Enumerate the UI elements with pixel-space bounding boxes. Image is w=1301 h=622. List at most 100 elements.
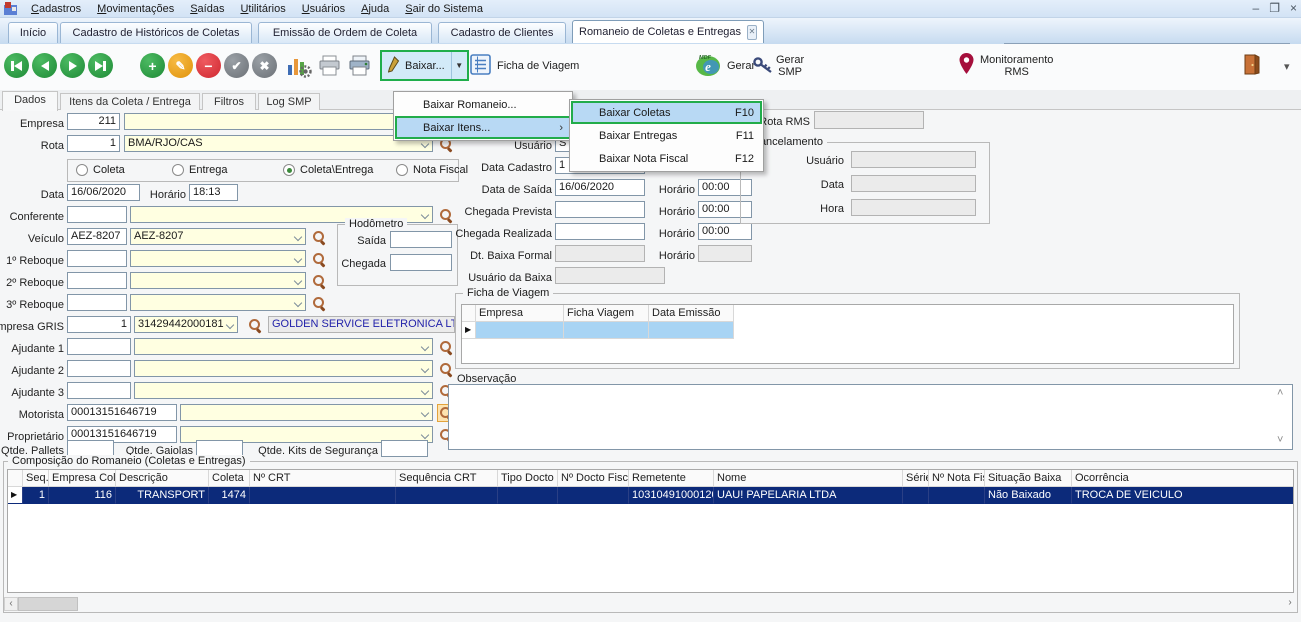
gerar-smp-label[interactable]: Gerar SMP: [776, 54, 804, 78]
menu-saidas[interactable]: Saídas: [183, 2, 231, 16]
confirm-button[interactable]: ✔: [224, 53, 249, 78]
nav-first-button[interactable]: [4, 53, 29, 78]
report-chart-button[interactable]: [286, 53, 312, 81]
empresa-code-field[interactable]: 211: [67, 113, 120, 130]
observacao-scroll-down-icon[interactable]: ˅: [1277, 434, 1283, 446]
ajudante1-code-field[interactable]: [67, 338, 131, 355]
ajudante2-combo[interactable]: [134, 360, 433, 377]
radio-coleta[interactable]: Coleta: [76, 164, 125, 176]
rota-combo[interactable]: BMA/RJO/CAS: [124, 135, 433, 152]
horario-field[interactable]: 18:13: [189, 184, 238, 201]
menu-utilitarios[interactable]: Utilitários: [233, 2, 292, 16]
ajudante1-combo[interactable]: [134, 338, 433, 355]
tab-inicio[interactable]: Início: [8, 22, 58, 43]
veiculo-code-field[interactable]: AEZ-8207: [67, 228, 127, 245]
form-tab-filtros[interactable]: Filtros: [202, 93, 256, 110]
reboque3-search-icon[interactable]: [310, 294, 328, 312]
reboque2-code-field[interactable]: [67, 272, 127, 289]
gerar-mdfe-label[interactable]: Gerar: [727, 60, 755, 72]
hodometro-saida-field[interactable]: [390, 231, 452, 248]
exit-door-icon[interactable]: [1242, 54, 1261, 78]
col-ocorrencia[interactable]: Ocorrência: [1072, 470, 1293, 487]
add-button[interactable]: +: [140, 53, 165, 78]
reboque3-code-field[interactable]: [67, 294, 127, 311]
menu-item-baixar-entregas[interactable]: Baixar Entregas F11: [571, 124, 762, 147]
col-nome[interactable]: Nome: [714, 470, 903, 487]
baixar-dropdown-arrow[interactable]: ▼: [452, 52, 467, 79]
reboque1-combo[interactable]: [130, 250, 306, 267]
empresa-gris-search-icon[interactable]: [246, 316, 264, 334]
print-button[interactable]: [318, 55, 341, 79]
motorista-combo[interactable]: [180, 404, 433, 421]
ajudante2-search-icon[interactable]: [437, 360, 455, 378]
tab-close-icon[interactable]: ✕: [747, 25, 757, 40]
composicao-row[interactable]: ▶ 1 116 TRANSPORT 1474 10310491000120 UA…: [8, 487, 1293, 504]
tab-romaneio[interactable]: Romaneio de Coletas e Entregas ✕: [572, 20, 764, 43]
empresa-gris-cnpj-combo[interactable]: 31429442000181: [134, 316, 238, 333]
ficha-selected-row[interactable]: ▶: [462, 322, 1233, 339]
mdfe-icon[interactable]: eMDF: [694, 52, 722, 81]
menu-cadastros[interactable]: Cadastros: [24, 2, 88, 16]
restore-button[interactable]: ❐: [1269, 0, 1280, 16]
col-remetente[interactable]: Remetente: [629, 470, 714, 487]
baixar-button[interactable]: Baixar...: [382, 52, 452, 79]
hscroll-left-button[interactable]: ‹: [4, 597, 18, 611]
chegada-prevista-field[interactable]: [555, 201, 645, 218]
tab-emissao-ordem[interactable]: Emissão de Ordem de Coleta: [258, 22, 432, 43]
reboque1-search-icon[interactable]: [310, 250, 328, 268]
ajudante2-code-field[interactable]: [67, 360, 131, 377]
realizada-horario-field[interactable]: 00:00: [698, 223, 752, 240]
col-crt[interactable]: Nº CRT: [250, 470, 396, 487]
hscroll-right-button[interactable]: ›: [1283, 597, 1297, 611]
delete-button[interactable]: −: [196, 53, 221, 78]
conferente-search-icon[interactable]: [437, 206, 455, 224]
col-seq[interactable]: Seq. ▼: [23, 470, 49, 487]
form-tab-log-smp[interactable]: Log SMP: [258, 93, 320, 110]
nav-last-button[interactable]: [88, 53, 113, 78]
gerar-smp-icon[interactable]: [752, 56, 775, 78]
form-tab-dados[interactable]: Dados: [2, 91, 58, 111]
reboque1-code-field[interactable]: [67, 250, 127, 267]
cancel-button[interactable]: ✖: [252, 53, 277, 78]
col-sequencia-crt[interactable]: Sequência CRT: [396, 470, 498, 487]
form-tab-itens[interactable]: Itens da Coleta / Entrega: [60, 93, 200, 110]
menu-movimentacoes[interactable]: Movimentações: [90, 2, 181, 16]
menu-sair[interactable]: Sair do Sistema: [398, 2, 490, 16]
col-nota-fiscal[interactable]: Nº Nota Fiscal: [929, 470, 985, 487]
nav-next-button[interactable]: [60, 53, 85, 78]
radio-entrega[interactable]: Entrega: [172, 164, 228, 176]
reboque2-search-icon[interactable]: [310, 272, 328, 290]
col-empresa[interactable]: Empresa Col./Ent.: [49, 470, 116, 487]
ficha-viagem-label[interactable]: Ficha de Viagem: [497, 60, 579, 72]
menu-usuarios[interactable]: Usuários: [295, 2, 352, 16]
veiculo-combo[interactable]: AEZ-8207: [130, 228, 306, 245]
qtde-kits-field[interactable]: [381, 440, 428, 457]
close-button[interactable]: ×: [1290, 0, 1297, 16]
menu-ajuda[interactable]: Ajuda: [354, 2, 396, 16]
data-field[interactable]: 16/06/2020: [67, 184, 140, 201]
toolbar-overflow-arrow[interactable]: ▾: [1284, 60, 1290, 73]
reboque2-combo[interactable]: [130, 272, 306, 289]
menu-item-baixar-coletas[interactable]: Baixar Coletas F10: [571, 101, 762, 124]
tab-cadastro-historicos[interactable]: Cadastro de Históricos de Coletas: [60, 22, 252, 43]
col-situacao-baixa[interactable]: Situação Baixa: [985, 470, 1072, 487]
print-setup-button[interactable]: [348, 55, 371, 79]
menu-item-baixar-itens[interactable]: Baixar Itens... ›: [395, 116, 571, 139]
menu-item-baixar-romaneio[interactable]: Baixar Romaneio...: [395, 93, 571, 116]
radio-nota-fiscal[interactable]: Nota Fiscal: [396, 164, 468, 176]
radio-coleta-entrega[interactable]: Coleta\Entrega: [283, 164, 373, 176]
monitoramento-rms-label[interactable]: Monitoramento RMS: [980, 54, 1053, 78]
col-serie[interactable]: Série: [903, 470, 929, 487]
ajudante3-combo[interactable]: [134, 382, 433, 399]
reboque3-combo[interactable]: [130, 294, 306, 311]
conferente-code-field[interactable]: [67, 206, 127, 223]
chegada-realizada-field[interactable]: [555, 223, 645, 240]
rota-code-field[interactable]: 1: [67, 135, 120, 152]
motorista-code-field[interactable]: 00013151646719: [67, 404, 177, 421]
edit-button[interactable]: ✎: [168, 53, 193, 78]
data-saida-field[interactable]: 16/06/2020: [555, 179, 645, 196]
hscroll-thumb[interactable]: [18, 597, 78, 611]
tab-cadastro-clientes[interactable]: Cadastro de Clientes: [438, 22, 566, 43]
col-descricao[interactable]: Descrição: [116, 470, 209, 487]
minimize-button[interactable]: –: [1253, 0, 1260, 16]
